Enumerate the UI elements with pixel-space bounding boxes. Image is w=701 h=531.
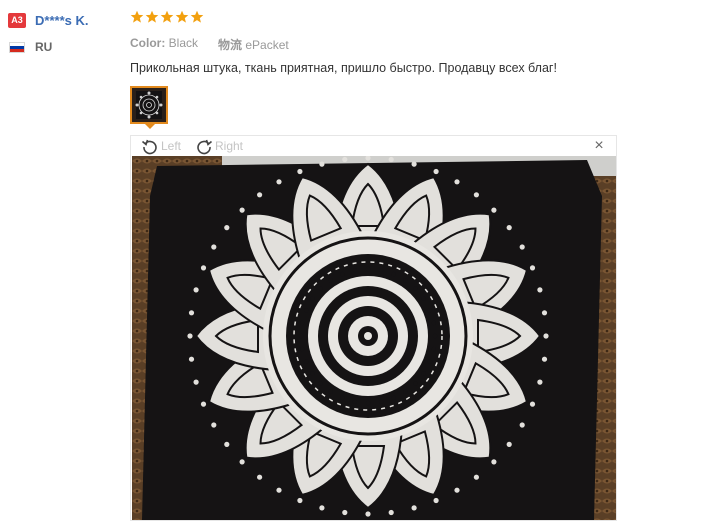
color-attr-value: Black — [168, 36, 199, 50]
rotate-left-label: Left — [161, 139, 182, 153]
mandala-tapestry-photo — [132, 156, 616, 520]
star-icon — [175, 10, 189, 23]
reviewer-country: RU — [35, 40, 53, 54]
star-icon — [130, 10, 144, 23]
review-photo-thumbnail[interactable] — [130, 86, 168, 124]
shipping-attr-label: 物流 — [218, 38, 243, 52]
rotate-right-label: Right — [215, 139, 244, 153]
star-icon — [190, 10, 204, 23]
color-attr-label: Color: — [130, 36, 166, 50]
shipping-attr-value: ePacket — [245, 38, 289, 52]
review-text: Прикольная штука, ткань приятная, пришло… — [130, 61, 557, 75]
star-icon — [145, 10, 159, 23]
review-photo-large — [132, 156, 616, 520]
rotate-left-button[interactable]: Left — [141, 137, 181, 155]
order-attributes: Color: Black 物流 ePacket — [130, 36, 289, 53]
mandala-thumbnail-icon — [132, 88, 166, 122]
viewer-toolbar: Left Right × — [131, 136, 616, 156]
star-rating — [130, 10, 204, 28]
star-icon — [160, 10, 174, 23]
image-viewer: Left Right × — [130, 135, 617, 521]
thumbnail-pointer — [144, 123, 156, 129]
russia-flag-icon — [9, 42, 25, 53]
rotate-right-button[interactable]: Right — [195, 137, 243, 155]
avatar: A3 — [8, 13, 26, 28]
reviewer-name[interactable]: D****s K. — [35, 12, 88, 29]
rotate-left-icon — [141, 139, 157, 155]
close-icon[interactable]: × — [592, 138, 606, 154]
rotate-right-icon — [197, 139, 213, 155]
